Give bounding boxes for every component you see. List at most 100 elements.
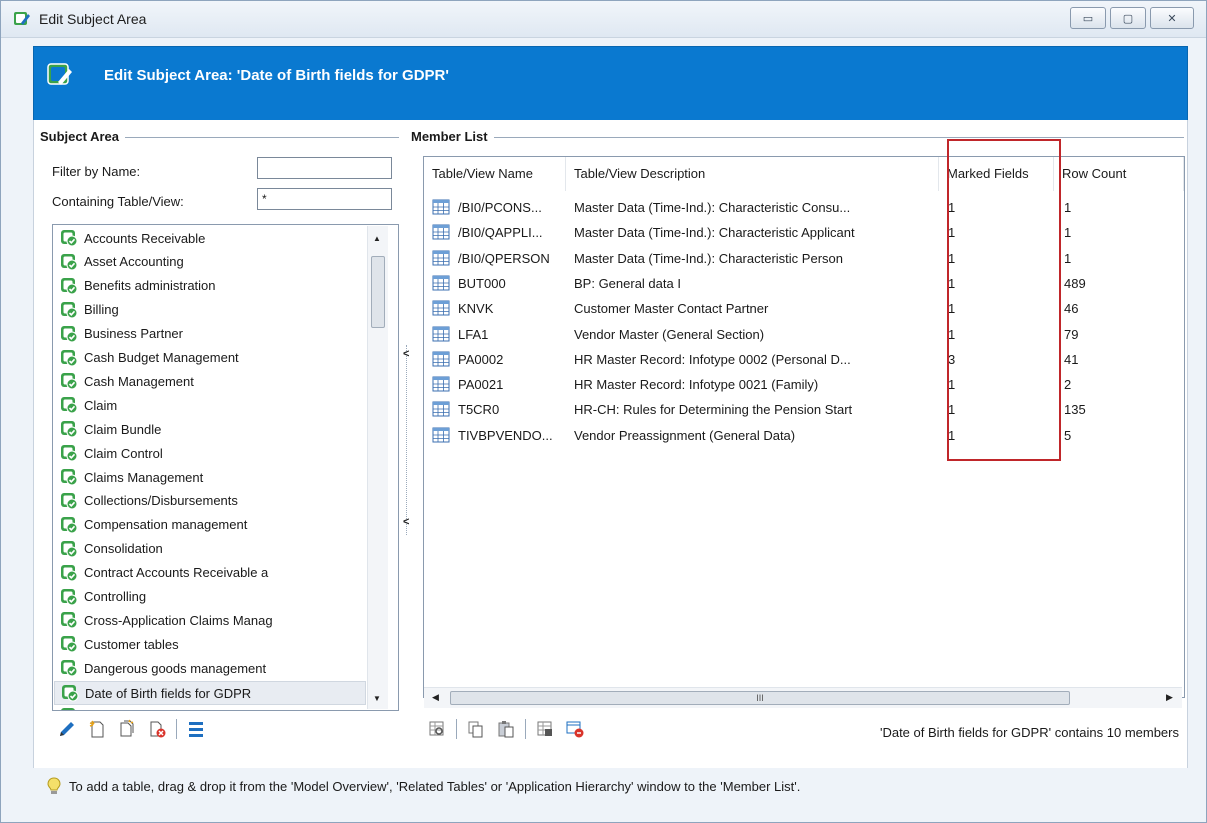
copy-icon[interactable] (465, 718, 487, 740)
table-row[interactable]: /BI0/QPERSON Master Data (Time-Ind.): Cha… (424, 246, 1184, 271)
collapse-left-icon-2[interactable]: < (403, 516, 409, 528)
table-row[interactable]: PA0021 HR Master Record: Infotype 0021 (F… (424, 372, 1184, 397)
subject-area-item[interactable]: Asset Accounting (54, 251, 364, 273)
subject-area-item[interactable]: Accounts Receivable (54, 227, 364, 249)
subject-area-item[interactable]: Cross-Application Claims Manag (54, 609, 364, 631)
table-row[interactable]: TIVBPVENDO... Vendor Preassignment (Gener… (424, 423, 1184, 448)
horizontal-scrollbar-thumb[interactable]: III (450, 691, 1070, 705)
scrollbar-thumb[interactable] (371, 256, 385, 328)
subject-area-item[interactable]: Claims Management (54, 466, 364, 488)
subject-area-item[interactable]: Compensation management (54, 514, 364, 536)
containing-table-view-label: Containing Table/View: (52, 194, 184, 209)
table-row[interactable]: T5CR0 HR-CH: Rules for Determining the Pe… (424, 397, 1184, 422)
column-header-table-view-description[interactable]: Table/View Description (566, 157, 939, 191)
column-header-marked-fields[interactable]: Marked Fields (939, 157, 1054, 191)
cell-row-count: 41 (1064, 351, 1079, 367)
subject-area-item-label: Cash Management (84, 373, 194, 389)
member-list-group-label: Member List (411, 129, 494, 144)
subject-area-item[interactable]: Customer tables (54, 633, 364, 655)
subject-area-icon (61, 421, 78, 438)
subject-area-item[interactable]: Dangerous goods management (54, 657, 364, 679)
subject-area-item[interactable]: Benefits administration (54, 275, 364, 297)
subject-area-item[interactable]: Billing (54, 299, 364, 321)
subject-area-item-label: Cross-Application Claims Manag (84, 612, 273, 628)
subject-area-icon (61, 469, 78, 486)
splitter-grip[interactable] (406, 345, 408, 535)
dialog-content: Subject Area Filter by Name: Containing … (33, 120, 1188, 768)
new-subject-area-icon[interactable] (86, 718, 108, 740)
table-icon (432, 326, 450, 341)
subject-area-icon (61, 660, 78, 677)
table-row[interactable]: PA0002 HR Master Record: Infotype 0002 (P… (424, 347, 1184, 372)
subject-area-item-label: Asset Accounting (84, 254, 184, 270)
paste-icon[interactable] (495, 718, 517, 740)
subject-area-item[interactable]: Date of Birth fields for GDPR (54, 681, 366, 706)
cell-table-view-name: /BI0/QPERSON (458, 250, 550, 266)
subject-area-item[interactable]: demo (54, 705, 364, 710)
cell-marked-fields: 3 (948, 351, 956, 367)
subject-area-item[interactable]: Contract Accounts Receivable a (54, 562, 364, 584)
containing-table-view-input[interactable]: * (257, 188, 392, 210)
subject-area-item-label: Cash Budget Management (84, 350, 239, 365)
subject-area-icon (61, 301, 78, 319)
cell-row-count: 1 (1064, 200, 1072, 215)
filter-by-name-input[interactable] (257, 157, 392, 179)
subject-area-item[interactable]: Claim (54, 394, 364, 416)
table-row[interactable]: BUT000 BP: General data I 1 489 (424, 271, 1184, 296)
subject-area-item-label: Date of Birth fields for GDPR (85, 685, 252, 701)
toolbar-separator (525, 719, 526, 739)
panel-splitter[interactable]: < < (403, 345, 411, 535)
table-properties-icon[interactable] (534, 718, 556, 740)
subject-area-item[interactable]: Cash Management (54, 370, 364, 392)
scroll-down-icon[interactable]: ▼ (373, 694, 381, 703)
maximize-button[interactable]: ▢ (1110, 7, 1146, 29)
member-list-toolbar (426, 718, 586, 740)
collapse-left-icon[interactable]: < (403, 348, 409, 360)
edit-pencil-icon[interactable] (56, 718, 78, 740)
toolbar-separator (456, 719, 457, 739)
cell-marked-fields: 1 (948, 275, 956, 291)
table-icon (432, 250, 450, 266)
subject-area-item[interactable]: Collections/Disbursements (54, 490, 364, 512)
maximize-icon: ▢ (1122, 12, 1134, 25)
copy-subject-area-icon[interactable] (116, 718, 138, 740)
cell-row-count: 5 (1064, 427, 1072, 443)
member-list-horizontal-scrollbar[interactable]: ◀ III ▶ (424, 687, 1182, 708)
remove-member-icon[interactable] (564, 718, 586, 740)
subject-area-item[interactable]: Claim Bundle (54, 418, 364, 440)
subject-area-list[interactable]: demo Date of Birth fields for GDPR Dangero… (52, 224, 399, 711)
subject-area-item[interactable]: Cash Budget Management (54, 347, 364, 369)
subject-area-list-scrollbar[interactable]: ▲ ▼ (367, 226, 388, 709)
subject-area-item[interactable]: Business Partner (54, 323, 364, 345)
subject-area-item[interactable]: Claim Control (54, 442, 364, 464)
scroll-right-icon[interactable]: ▶ (1166, 692, 1173, 703)
column-header-row-count[interactable]: Row Count (1054, 157, 1184, 191)
table-row[interactable]: LFA1 Vendor Master (General Section) 1 79 (424, 322, 1184, 347)
delete-subject-area-icon[interactable] (146, 718, 168, 740)
subject-area-icon (61, 708, 75, 710)
subject-area-item-label: Claim (84, 397, 118, 413)
table-row[interactable]: /BI0/PCONS... Master Data (Time-Ind.): Ch… (424, 195, 1184, 220)
show-table-icon[interactable] (426, 718, 448, 740)
member-list-table[interactable]: Table/View Name Table/View Description M… (423, 156, 1185, 698)
subject-area-icon (61, 540, 78, 558)
cell-table-view-name: PA0002 (458, 351, 504, 367)
close-button[interactable]: ✕ (1150, 7, 1194, 29)
table-row[interactable]: /BI0/QAPPLI... Master Data (Time-Ind.): C… (424, 220, 1184, 245)
member-count-status: 'Date of Birth fields for GDPR' contains… (879, 725, 1179, 740)
subject-area-icon (61, 445, 78, 462)
list-view-icon[interactable] (185, 718, 207, 740)
subject-area-icon (61, 492, 78, 510)
scroll-up-icon[interactable]: ▲ (373, 234, 381, 243)
subject-area-item[interactable]: Consolidation (54, 538, 364, 560)
table-row[interactable]: KNVK Customer Master Contact Partner 1 46 (424, 296, 1184, 321)
minimize-button[interactable]: ▭ (1070, 7, 1106, 29)
cell-row-count: 79 (1064, 326, 1079, 342)
subject-area-item[interactable]: Controlling (54, 586, 364, 608)
subject-area-icon (61, 349, 78, 366)
subject-area-icon (61, 277, 78, 295)
column-header-table-view-name[interactable]: Table/View Name (424, 157, 566, 191)
scroll-left-icon[interactable]: ◀ (432, 692, 439, 703)
cell-table-view-description: HR-CH: Rules for Determining the Pension… (574, 402, 853, 418)
subject-area-item-label: Business Partner (84, 326, 183, 342)
